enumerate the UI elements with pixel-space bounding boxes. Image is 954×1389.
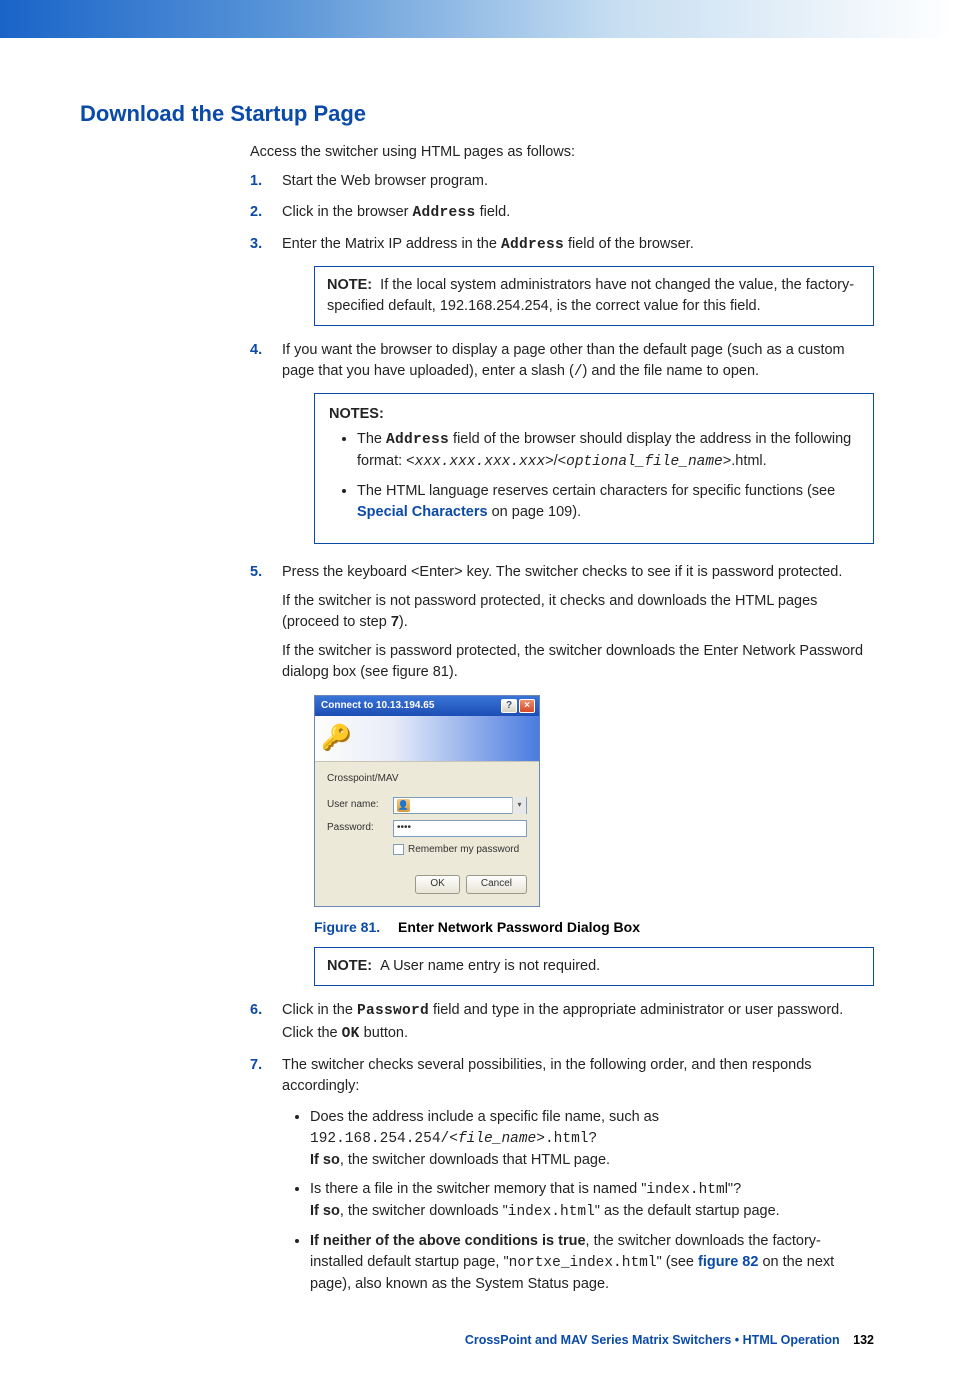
- note-box: NOTE: If the local system administrators…: [314, 266, 874, 326]
- note-text: A User name entry is not required.: [380, 958, 600, 974]
- footer-page-number: 132: [853, 1333, 874, 1347]
- page-content: Download the Startup Page Access the swi…: [0, 38, 954, 1389]
- step-6: 6. Click in the Password field and type …: [250, 1000, 874, 1044]
- step-text: Click in the Password field and type in …: [282, 1002, 843, 1040]
- ok-label: OK: [342, 1026, 360, 1042]
- keys-icon: 🔑: [321, 721, 351, 756]
- remember-label: Remember my password: [408, 843, 519, 858]
- step-number: 2.: [250, 202, 262, 223]
- special-characters-link[interactable]: Special Characters: [357, 504, 488, 520]
- figure-number: Figure 81.: [314, 919, 380, 935]
- step-3: 3. Enter the Matrix IP address in the Ad…: [250, 234, 874, 326]
- note-bullet: The Address field of the browser should …: [357, 429, 859, 473]
- username-input[interactable]: 👤 ▾: [393, 797, 527, 814]
- dialog-title-bar: Connect to 10.13.194.65 ? ×: [315, 696, 539, 716]
- top-gradient-bar: [0, 0, 954, 38]
- note-box: NOTE: A User name entry is not required.: [314, 947, 874, 986]
- user-icon: 👤: [397, 799, 410, 812]
- password-label: Password:: [327, 821, 387, 836]
- procedure-list: 1. Start the Web browser program. 2. Cli…: [250, 171, 874, 1295]
- note-label: NOTE:: [327, 277, 372, 293]
- step-text: Enter the Matrix IP address in the Addre…: [282, 236, 694, 252]
- dialog-buttons: OK Cancel: [327, 875, 527, 894]
- chevron-down-icon[interactable]: ▾: [512, 797, 526, 814]
- list-item: Is there a file in the switcher memory t…: [310, 1179, 874, 1223]
- notes-box: NOTES: The Address field of the browser …: [314, 393, 874, 544]
- list-item: If neither of the above conditions is tr…: [310, 1231, 874, 1295]
- slash-char: /: [574, 364, 583, 380]
- step-2: 2. Click in the browser Address field.: [250, 202, 874, 224]
- footer-title: CrossPoint and MAV Series Matrix Switche…: [465, 1333, 840, 1347]
- notes-label: NOTES:: [329, 404, 859, 425]
- step-1: 1. Start the Web browser program.: [250, 171, 874, 192]
- intro-text: Access the switcher using HTML pages as …: [250, 142, 874, 163]
- dialog-banner: 🔑: [315, 716, 539, 762]
- address-field-label: Address: [501, 237, 564, 253]
- step-5: 5. Press the keyboard <Enter> key. The s…: [250, 562, 874, 986]
- step-text: The switcher checks several possibilitie…: [282, 1057, 812, 1094]
- step-4: 4. If you want the browser to display a …: [250, 340, 874, 544]
- figure-82-link[interactable]: figure 82: [698, 1254, 758, 1270]
- help-icon[interactable]: ?: [501, 699, 517, 713]
- address-field-label: Address: [386, 432, 449, 448]
- remember-checkbox[interactable]: [393, 844, 404, 855]
- remember-row: Remember my password: [393, 843, 527, 858]
- dialog-realm: Crosspoint/MAV: [327, 772, 527, 787]
- password-dialog-figure: Connect to 10.13.194.65 ? × 🔑 Crosspoint…: [314, 695, 540, 907]
- list-item: Does the address include a specific file…: [310, 1107, 874, 1171]
- note-text: If the local system administrators have …: [327, 277, 854, 314]
- password-row: Password: ••••: [327, 820, 527, 837]
- dialog-title-text: Connect to 10.13.194.65: [321, 699, 434, 714]
- dialog-body: Crosspoint/MAV User name: 👤 ▾ Password:: [315, 762, 539, 906]
- step-text: If you want the browser to display a pag…: [282, 342, 845, 379]
- section-heading: Download the Startup Page: [80, 98, 874, 130]
- figure-title: Enter Network Password Dialog Box: [398, 919, 640, 935]
- ok-button[interactable]: OK: [415, 875, 459, 894]
- step-7: 7. The switcher checks several possibili…: [250, 1055, 874, 1295]
- step-text: Press the keyboard <Enter> key. The swit…: [282, 564, 842, 580]
- figure-caption: Figure 81. Enter Network Password Dialog…: [314, 917, 874, 937]
- step-paragraph: If the switcher is password protected, t…: [282, 641, 874, 683]
- step-paragraph: If the switcher is not password protecte…: [282, 591, 874, 633]
- close-icon[interactable]: ×: [519, 699, 535, 713]
- password-field-label: Password: [357, 1003, 429, 1019]
- step-7-bullets: Does the address include a specific file…: [282, 1107, 874, 1295]
- note-bullet: The HTML language reserves certain chara…: [357, 481, 859, 523]
- note-label: NOTE:: [327, 958, 372, 974]
- step-text: Click in the browser Address field.: [282, 204, 510, 220]
- step-number: 3.: [250, 234, 262, 255]
- step-number: 4.: [250, 340, 262, 361]
- main-content: Access the switcher using HTML pages as …: [250, 142, 874, 1349]
- page-footer: CrossPoint and MAV Series Matrix Switche…: [250, 1331, 874, 1349]
- step-text: Start the Web browser program.: [282, 173, 488, 189]
- password-input[interactable]: ••••: [393, 820, 527, 837]
- step-number: 7.: [250, 1055, 262, 1076]
- username-row: User name: 👤 ▾: [327, 797, 527, 814]
- cancel-button[interactable]: Cancel: [466, 875, 527, 894]
- step-number: 5.: [250, 562, 262, 583]
- username-label: User name:: [327, 798, 387, 813]
- notes-bullets: The Address field of the browser should …: [329, 429, 859, 523]
- step-number: 1.: [250, 171, 262, 192]
- address-field-label: Address: [413, 205, 476, 221]
- step-number: 6.: [250, 1000, 262, 1021]
